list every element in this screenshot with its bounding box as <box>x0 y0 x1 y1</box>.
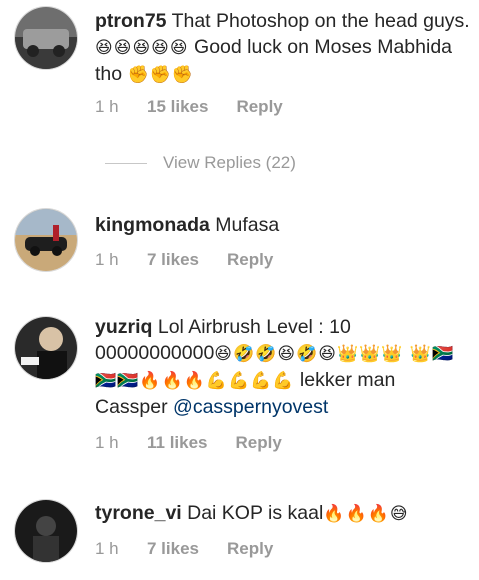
timestamp: 1 h <box>95 539 119 558</box>
comment-body: That Photoshop on the head guys. <box>166 10 470 32</box>
comment-meta: 1 h 7 likes Reply <box>95 539 273 559</box>
username[interactable]: tyrone_vi <box>95 502 182 524</box>
username[interactable]: yuzriq <box>95 316 152 338</box>
emoji-fist: ✊✊✊ <box>127 65 195 85</box>
emoji-sequence: 🔥🔥🔥😅 <box>323 504 409 524</box>
comment-text: ptron75 That Photoshop on the head guys.… <box>95 8 470 88</box>
mention-link[interactable]: @casspernyovest <box>173 396 328 418</box>
divider-line <box>105 162 147 164</box>
comment-text: tyrone_vi Dai KOP is kaal🔥🔥🔥😅 <box>95 500 470 527</box>
emoji-laughing: 😆😆😆😆😆 <box>95 38 189 58</box>
likes-count[interactable]: 11 likes <box>147 433 208 453</box>
reply-button[interactable]: Reply <box>236 97 282 117</box>
comment-body: Mufasa <box>209 214 280 236</box>
timestamp: 1 h <box>95 97 119 116</box>
likes-count[interactable]: 15 likes <box>147 97 208 117</box>
comment-meta: 1 h 7 likes Reply <box>95 250 273 270</box>
likes-count[interactable]: 7 likes <box>147 539 199 559</box>
avatar[interactable] <box>14 6 78 70</box>
likes-count[interactable]: 7 likes <box>147 250 199 270</box>
comment-meta: 1 h 15 likes Reply <box>95 97 283 117</box>
comment-text: kingmonada Mufasa <box>95 212 470 238</box>
timestamp: 1 h <box>95 250 119 269</box>
reply-button[interactable]: Reply <box>227 250 273 270</box>
comment-text: yuzriq Lol Airbrush Level : 10 000000000… <box>95 314 470 420</box>
reply-button[interactable]: Reply <box>236 433 282 453</box>
view-replies-label[interactable]: View Replies (22) <box>163 153 296 173</box>
comment-meta: 1 h 11 likes Reply <box>95 433 282 453</box>
reply-button[interactable]: Reply <box>227 539 273 559</box>
view-replies-button[interactable]: View Replies (22) <box>105 153 296 173</box>
username[interactable]: kingmonada <box>95 214 210 236</box>
avatar[interactable] <box>14 499 78 563</box>
timestamp: 1 h <box>95 433 119 452</box>
avatar[interactable] <box>14 208 78 272</box>
comment-body: Dai KOP is kaal <box>181 502 324 524</box>
avatar[interactable] <box>14 316 78 380</box>
username[interactable]: ptron75 <box>95 10 167 32</box>
